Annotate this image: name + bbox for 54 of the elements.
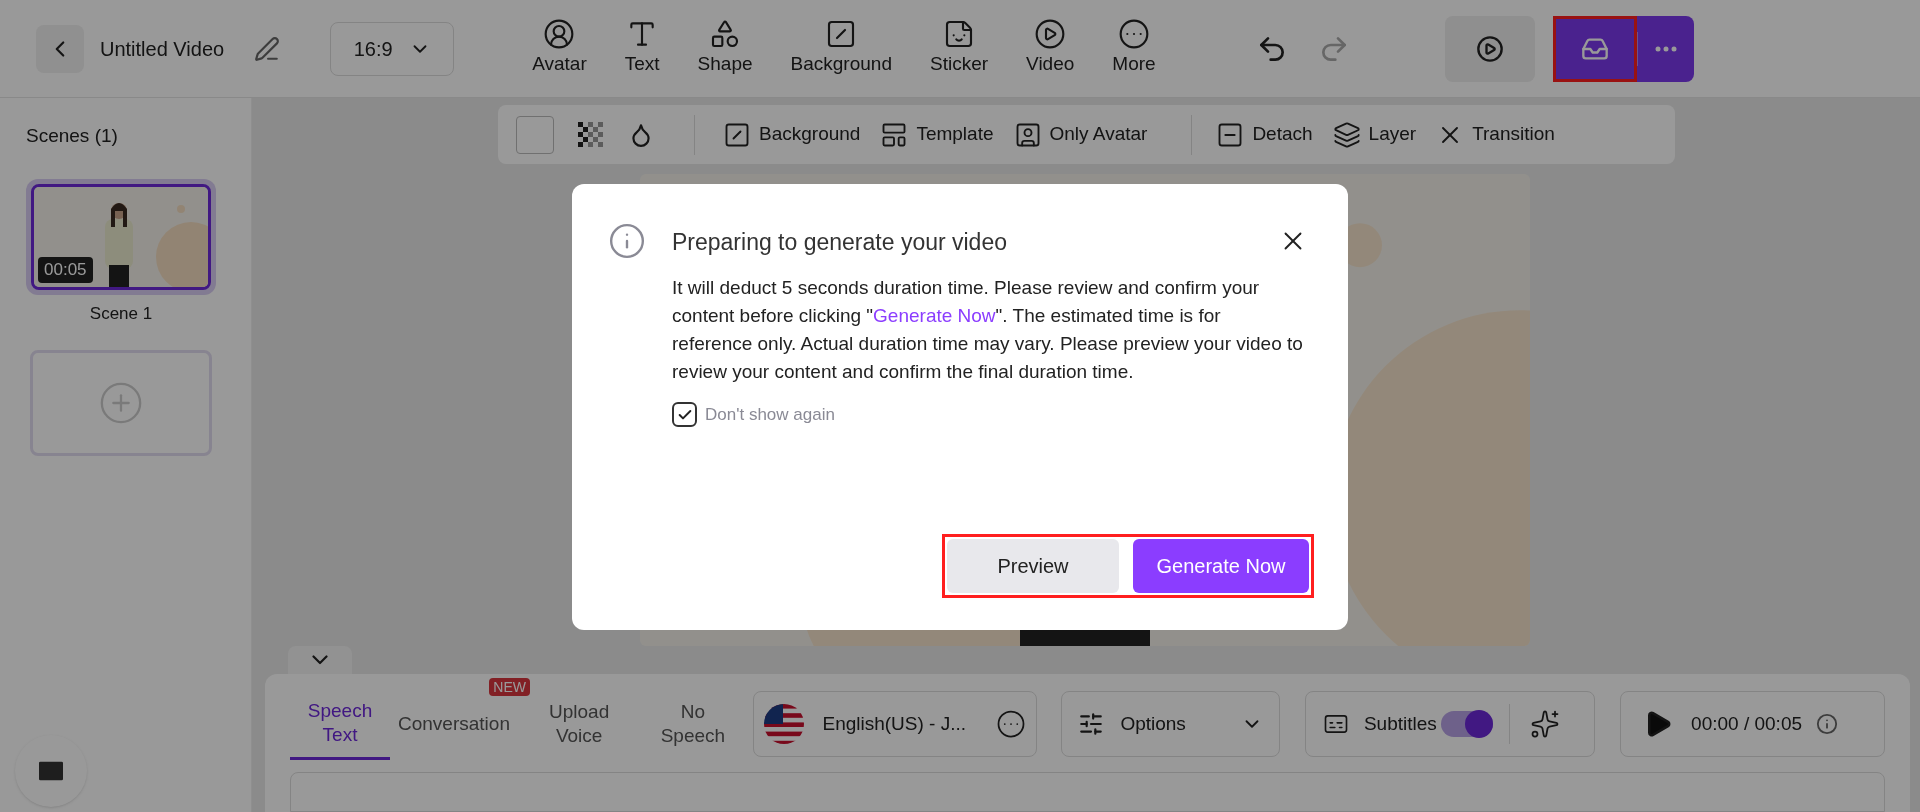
dialog-title: Preparing to generate your video bbox=[672, 228, 1007, 257]
canvas-tool-button[interactable]: Only Avatar bbox=[1013, 120, 1148, 149]
toolbar-tool[interactable]: Background bbox=[782, 18, 900, 79]
generate-link[interactable]: Generate Now bbox=[873, 305, 996, 326]
transparency-icon[interactable] bbox=[578, 121, 604, 148]
edit-icon[interactable] bbox=[254, 35, 281, 62]
inbox-button[interactable] bbox=[1552, 15, 1637, 82]
canvas-tool-button[interactable]: Detach bbox=[1216, 120, 1313, 149]
preview-button[interactable]: Preview bbox=[947, 539, 1119, 593]
canvas-tool-button[interactable]: Layer bbox=[1332, 120, 1417, 149]
color-swatch[interactable] bbox=[516, 115, 554, 154]
canvas-tool-button[interactable]: Template bbox=[880, 120, 994, 149]
new-badge: NEW bbox=[489, 678, 530, 696]
toolbar-tool[interactable]: Video bbox=[1018, 18, 1083, 79]
play-circle-icon bbox=[1475, 34, 1504, 63]
scene-thumbnail[interactable]: 00:05 bbox=[26, 178, 216, 295]
ellipsis-circle-icon bbox=[996, 709, 1027, 739]
time-label: 00:00 / 00:05 bbox=[1691, 711, 1803, 736]
voice-dropdown[interactable]: English(US) - J... bbox=[753, 691, 1038, 757]
flag-icon bbox=[764, 704, 805, 744]
toolbar-tool[interactable]: Shape bbox=[689, 18, 761, 79]
scenes-title: Scenes (1) bbox=[26, 124, 119, 148]
toolbar-tool[interactable]: Avatar bbox=[524, 18, 595, 79]
plus-circle-icon bbox=[98, 380, 144, 426]
subtitles-label: Subtitles bbox=[1363, 711, 1437, 736]
speech-tab[interactable]: No Speech bbox=[640, 688, 746, 760]
speech-tab[interactable]: Speech Text bbox=[290, 688, 390, 760]
aspect-ratio-dropdown[interactable]: 16:9 bbox=[330, 21, 455, 76]
duration-label: 00:05 bbox=[38, 257, 93, 283]
ellipsis-icon bbox=[1654, 45, 1677, 52]
chevron-down-icon bbox=[312, 655, 328, 666]
video-title: Untitled Video bbox=[100, 36, 225, 62]
sparkle-icon[interactable] bbox=[1529, 709, 1560, 739]
layers-icon bbox=[1332, 120, 1361, 149]
toolbar-tool[interactable]: More bbox=[1104, 18, 1164, 79]
info-icon bbox=[608, 222, 646, 260]
options-dropdown[interactable]: Options bbox=[1061, 691, 1280, 757]
person-circle-icon bbox=[543, 18, 576, 51]
canvas-tool-button[interactable]: Transition bbox=[1436, 120, 1555, 149]
sliders-icon bbox=[1078, 711, 1105, 737]
canvas-tool-button[interactable]: Background bbox=[723, 120, 861, 149]
collapse-button[interactable] bbox=[288, 646, 352, 674]
preview-play-button[interactable] bbox=[1444, 15, 1535, 82]
generate-now-button[interactable]: Generate Now bbox=[1133, 539, 1309, 593]
scene-label: Scene 1 bbox=[89, 302, 153, 325]
dont-show-checkbox[interactable] bbox=[672, 402, 697, 428]
checkbox-label: Don't show again bbox=[705, 404, 835, 426]
ellipsis-circle-icon bbox=[1117, 18, 1150, 51]
subtitles-toggle[interactable] bbox=[1440, 711, 1493, 737]
play-circle-icon bbox=[1034, 18, 1067, 51]
toolbar-tool[interactable]: Sticker bbox=[921, 18, 997, 79]
dialog-message: It will deduct 5 seconds duration time. Please review and confirm your content before clicking "Generate Now". The estimated time is for reference only. Actual duration time may vary. Please preview your video to review your content and confirm the final duration time. bbox=[672, 276, 1304, 384]
toolbar-tool[interactable]: Text bbox=[616, 18, 668, 79]
info-icon[interactable] bbox=[1816, 713, 1839, 735]
